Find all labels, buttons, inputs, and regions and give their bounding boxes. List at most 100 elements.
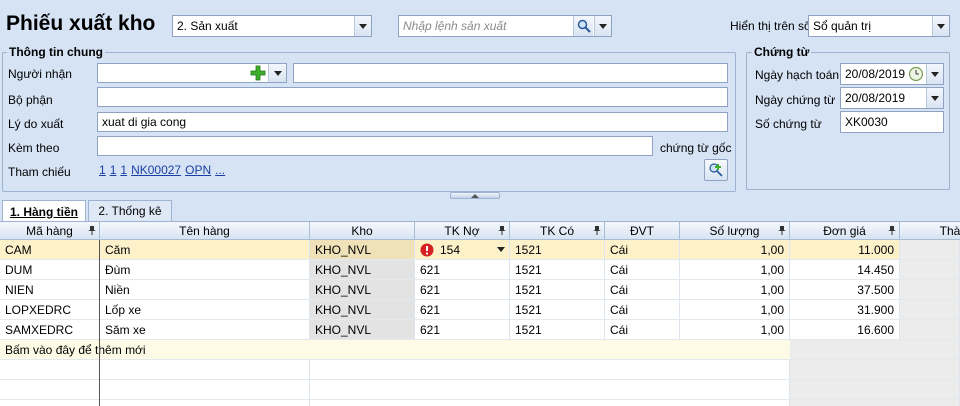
cell-tt[interactable] [900,260,960,280]
column-header-ten-hang[interactable]: Tên hàng [100,222,310,240]
cell-no[interactable]: 154 [415,240,510,260]
cell-tt[interactable] [900,280,960,300]
cell-sl[interactable]: 1,00 [680,300,790,320]
chevron-down-icon[interactable] [926,88,943,108]
cell-no[interactable]: 621 [415,260,510,280]
cell-sl[interactable]: 1,00 [680,240,790,260]
cell-tt[interactable] [900,300,960,320]
cell-co[interactable]: 1521 [510,260,605,280]
add-reference-button[interactable] [704,159,728,181]
pin-icon[interactable] [888,226,896,235]
cell-tt[interactable] [900,320,960,340]
cell-kho[interactable]: KHO_NVL [310,240,415,260]
cell-ten[interactable]: Đùm [100,260,310,280]
pin-icon[interactable] [88,226,96,235]
reference-link[interactable]: 1 [110,163,117,177]
cell-dg[interactable]: 11.000 [790,240,900,260]
cell-co[interactable]: 1521 [510,320,605,340]
add-new-row[interactable]: Bấm vào đây để thêm mới [0,340,790,360]
cell-ten[interactable]: Lốp xe [100,300,310,320]
collapse-handle[interactable] [450,192,500,199]
cell-dvt[interactable]: Cái [605,240,680,260]
pin-icon[interactable] [593,226,601,235]
search-icon[interactable] [573,16,593,36]
cell-dg[interactable]: 31.900 [790,300,900,320]
column-header-kho[interactable]: Kho [310,222,415,240]
search-placeholder: Nhập lệnh sản xuất [403,19,507,33]
column-header-label: Số lượng [709,223,760,238]
pin-icon[interactable] [498,226,506,235]
column-header-tk-co[interactable]: TK Có [510,222,605,240]
chevron-down-icon[interactable] [497,247,505,252]
cell-ten[interactable]: Săm xe [100,320,310,340]
reason-field[interactable]: xuat di gia cong [97,112,728,132]
column-header-ma-hang[interactable]: Mã hàng [0,222,100,240]
cell-dg[interactable]: 14.450 [790,260,900,280]
cell-ma[interactable]: NIEN [0,280,100,300]
cell-no[interactable]: 621 [415,300,510,320]
cell-kho[interactable]: KHO_NVL [310,280,415,300]
cell-no[interactable]: 621 [415,320,510,340]
cell-dvt[interactable]: Cái [605,320,680,340]
cell-co[interactable]: 1521 [510,280,605,300]
calendar-icon[interactable] [908,66,924,85]
voucher-number-field[interactable]: XK0030 [840,111,944,133]
reference-link[interactable]: OPN [185,163,211,177]
recipient-code-field[interactable] [97,63,287,83]
cell-ten[interactable]: Căm [100,240,310,260]
column-header-thanh-tien[interactable]: Thàn [900,222,960,240]
chevron-down-icon[interactable] [932,16,949,36]
cell-dvt[interactable]: Cái [605,300,680,320]
cell-sl[interactable]: 1,00 [680,320,790,340]
tab-thong-ke[interactable]: 2. Thống kê [88,200,172,221]
tab-hang-tien[interactable]: 1. Hàng tiền [2,200,86,222]
cell-dvt[interactable]: Cái [605,280,680,300]
column-header-tk-no[interactable]: TK Nợ [415,222,510,240]
cell-value: 1521 [515,242,542,257]
cell-value: Đùm [105,262,131,277]
cell-ma[interactable]: LOPXEDRC [0,300,100,320]
cell-no[interactable]: 621 [415,280,510,300]
cell-co[interactable]: 1521 [510,300,605,320]
cell-dvt[interactable]: Cái [605,260,680,280]
cell-kho[interactable]: KHO_NVL [310,260,415,280]
cell-ma[interactable]: CAM [0,240,100,260]
cell-co[interactable]: 1521 [510,240,605,260]
attachment-field[interactable] [97,136,653,156]
cell-sl[interactable]: 1,00 [680,280,790,300]
cell-ten[interactable]: Niền [100,280,310,300]
empty-cell [0,400,100,406]
pin-icon[interactable] [778,226,786,235]
cell-value: SAMXEDRC [5,322,74,337]
cell-value: NIEN [5,282,34,297]
chevron-down-icon[interactable] [594,16,611,36]
chevron-down-icon[interactable] [926,64,943,84]
chevron-down-icon[interactable] [268,64,286,82]
display-book-select[interactable]: Sổ quản trị [808,15,950,37]
cell-kho[interactable]: KHO_NVL [310,320,415,340]
chevron-down-icon[interactable] [354,16,371,36]
reference-link[interactable]: 1 [99,163,106,177]
cell-sl[interactable]: 1,00 [680,260,790,280]
department-field[interactable] [97,87,728,107]
column-header-dvt[interactable]: ĐVT [605,222,680,240]
reference-link[interactable]: NK00027 [131,163,181,177]
voucher-date-field[interactable]: 20/08/2019 [840,87,944,109]
production-order-search[interactable]: Nhập lệnh sản xuất [398,15,612,37]
empty-cell [100,380,310,400]
voucher-type-select[interactable]: 2. Sản xuất [172,15,372,37]
reference-link[interactable]: 1 [120,163,127,177]
plus-icon[interactable] [250,65,266,84]
column-header-so-luong[interactable]: Số lượng [680,222,790,240]
cell-ma[interactable]: SAMXEDRC [0,320,100,340]
column-header-don-gia[interactable]: Đơn giá [790,222,900,240]
cell-tt[interactable] [900,240,960,260]
cell-dg[interactable]: 37.500 [790,280,900,300]
reference-link[interactable]: ... [215,163,225,177]
cell-kho[interactable]: KHO_NVL [310,300,415,320]
cell-ma[interactable]: DUM [0,260,100,280]
posting-date-field[interactable]: 20/08/2019 [840,63,944,85]
recipient-name-field[interactable] [293,63,728,83]
cell-value: 11.000 [858,242,894,257]
cell-dg[interactable]: 16.600 [790,320,900,340]
